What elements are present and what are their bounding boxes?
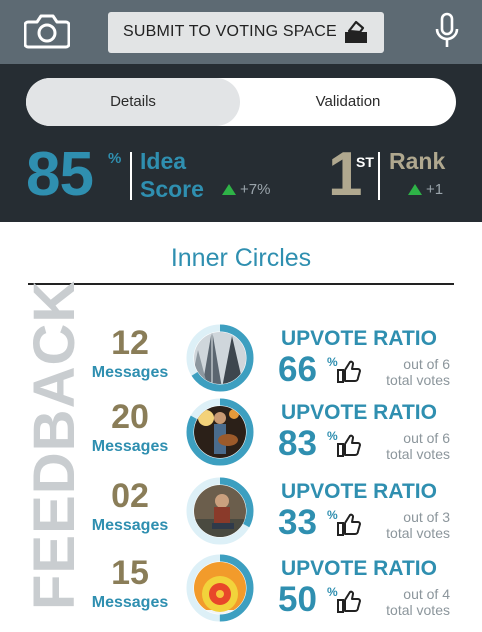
out-of-votes: out of 6 [403,430,450,446]
circle-avatar[interactable] [184,552,256,624]
circle-avatar[interactable] [184,396,256,468]
tab-validation[interactable]: Validation [240,78,456,126]
tab-details-label: Details [110,93,156,110]
thumbs-up-icon[interactable] [336,513,362,537]
upvote-ratio-title: UPVOTE RATIO [281,557,437,580]
total-votes-label: total votes [386,446,450,462]
upvote-ratio-value: 66 [278,350,317,389]
submit-to-voting-button[interactable]: SUBMIT TO VOTING SPACE [108,12,384,53]
upvote-ratio-title: UPVOTE RATIO [281,401,437,424]
total-votes-label: total votes [386,372,450,388]
camera-icon[interactable] [24,12,70,50]
segmented-tabs: Details Validation [26,78,456,126]
idea-score-change-value: +7% [240,181,271,198]
idea-score-label-2: Score [140,176,204,202]
thumbs-up-icon[interactable] [336,590,362,614]
inner-circle-row[interactable]: 15 Messages UPVOTE RATIO 50% out of 4 total v… [0,554,482,632]
idea-score-change: +7% [222,181,270,198]
rank-label: Rank [389,148,446,174]
tab-validation-label: Validation [315,93,381,110]
upvote-ratio-value: 50 [278,580,317,619]
submit-label: SUBMIT TO VOTING SPACE [123,23,337,40]
divider [378,152,380,200]
message-count: 02 [111,477,149,515]
upvote-ratio-value: 33 [278,503,317,542]
message-count: 12 [111,324,149,362]
thumbs-up-icon[interactable] [336,360,362,384]
triangle-up-icon [222,184,236,195]
out-of-votes: out of 6 [403,356,450,372]
divider [28,283,454,285]
rank-change: +1 [408,181,443,198]
rank-suffix: ST [356,154,374,170]
total-votes-label: total votes [386,525,450,541]
circle-avatar[interactable] [184,475,256,547]
messages-label: Messages [91,517,169,534]
circle-avatar[interactable] [184,322,256,394]
idea-score-label-1: Idea [140,148,187,174]
messages-label: Messages [91,364,169,381]
section-title: Inner Circles [170,244,312,272]
out-of-votes: out of 3 [403,509,450,525]
idea-score-unit: % [108,150,122,167]
messages-label: Messages [91,594,169,611]
idea-score-value: 85 [26,140,94,209]
ballot-box-icon [345,20,367,43]
triangle-up-icon [408,184,422,195]
total-votes-label: total votes [386,602,450,618]
thumbs-up-icon[interactable] [336,434,362,458]
upvote-ratio-title: UPVOTE RATIO [281,480,437,503]
inner-circle-row[interactable]: 02 Messages UPVOTE RATIO 33% out of 3 total v… [0,477,482,555]
out-of-votes: out of 4 [403,586,450,602]
top-bar: SUBMIT TO VOTING SPACE [0,0,482,64]
upvote-ratio-title: UPVOTE RATIO [281,327,437,350]
message-count: 20 [111,398,149,436]
stats-panel: Details Validation 85 % Idea Score +7% 1… [0,64,482,222]
microphone-icon[interactable] [434,12,460,50]
divider [130,152,132,200]
messages-label: Messages [91,438,169,455]
inner-circle-row[interactable]: 20 Messages UPVOTE RATIO 83% out of 6 total v… [0,398,482,476]
inner-circle-row[interactable]: 12 Messages UPVOTE RATIO 66% out of 6 total v… [0,324,482,402]
message-count: 15 [111,554,149,592]
upvote-ratio-value: 83 [278,424,317,463]
tab-details[interactable]: Details [26,78,240,126]
rank-change-value: +1 [426,181,444,198]
